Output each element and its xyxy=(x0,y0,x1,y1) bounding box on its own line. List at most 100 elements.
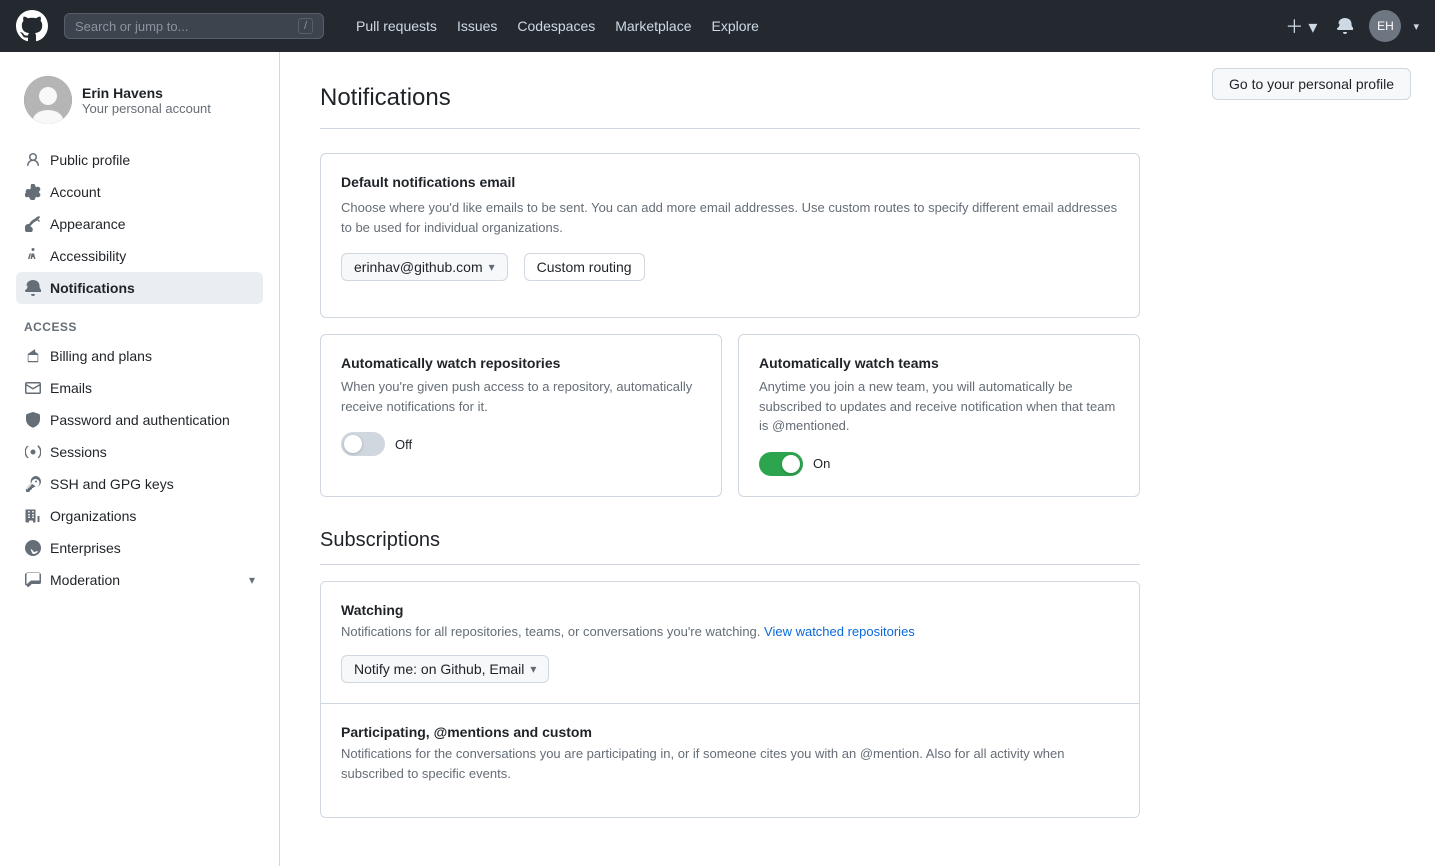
sidebar-item-enterprises[interactable]: Enterprises xyxy=(16,532,263,564)
chevron-down-icon: ▾ xyxy=(249,573,255,587)
watching-item: Watching Notifications for all repositor… xyxy=(321,582,1139,704)
mail-icon xyxy=(24,379,42,397)
sidebar-item-label: Account xyxy=(50,184,101,200)
sidebar-item-notifications[interactable]: Notifications xyxy=(16,272,263,304)
auto-watch-teams-toggle[interactable] xyxy=(759,452,803,476)
broadcast-icon xyxy=(24,443,42,461)
auto-watch-repos-toggle-row: Off xyxy=(341,432,701,456)
sidebar-user: Erin Havens Your personal account xyxy=(16,76,263,124)
nav-pull-requests[interactable]: Pull requests xyxy=(348,12,445,40)
auto-watch-repos-title: Automatically watch repositories xyxy=(341,355,701,371)
paintbrush-icon xyxy=(24,215,42,233)
custom-routing-label: Custom routing xyxy=(537,259,632,275)
toggle-knob xyxy=(344,435,362,453)
subscriptions-section-title: Subscriptions xyxy=(320,529,1140,565)
github-logo[interactable] xyxy=(16,10,48,42)
sidebar-item-label: Password and authentication xyxy=(50,412,230,428)
auto-watch-repos-toggle[interactable] xyxy=(341,432,385,456)
sidebar-item-label: Moderation xyxy=(50,572,120,588)
nav-marketplace[interactable]: Marketplace xyxy=(607,12,699,40)
email-dropdown-button[interactable]: erinhav@github.com ▾ xyxy=(341,253,508,281)
page-title: Notifications xyxy=(320,84,1140,129)
sidebar-item-public-profile[interactable]: Public profile xyxy=(16,144,263,176)
sidebar-username: Erin Havens xyxy=(82,85,211,101)
default-email-card-desc: Choose where you'd like emails to be sen… xyxy=(341,198,1119,237)
sidebar-item-label: Enterprises xyxy=(50,540,121,556)
credit-card-icon xyxy=(24,347,42,365)
view-watched-repos-link[interactable]: View watched repositories xyxy=(764,624,915,639)
watching-desc: Notifications for all repositories, team… xyxy=(341,622,1119,642)
bell-icon xyxy=(24,279,42,297)
nav-avatar-caret: ▾ xyxy=(1413,20,1419,33)
sidebar-item-label: Organizations xyxy=(50,508,136,524)
go-to-profile-button[interactable]: Go to your personal profile xyxy=(1212,68,1411,100)
sidebar-item-label: Sessions xyxy=(50,444,107,460)
shield-icon xyxy=(24,411,42,429)
notification-bell-button[interactable] xyxy=(1333,14,1357,38)
sidebar-item-ssh-keys[interactable]: SSH and GPG keys xyxy=(16,468,263,500)
org-icon xyxy=(24,507,42,525)
gear-icon xyxy=(24,183,42,201)
sidebar-item-label: Appearance xyxy=(50,216,126,232)
sidebar-item-label: SSH and GPG keys xyxy=(50,476,174,492)
plus-button[interactable]: ＋ ▾ xyxy=(1281,9,1321,43)
sidebar-item-account[interactable]: Account xyxy=(16,176,263,208)
participating-desc: Notifications for the conversations you … xyxy=(341,744,1119,783)
auto-watch-teams-title: Automatically watch teams xyxy=(759,355,1119,371)
notify-dropdown-arrow-icon: ▾ xyxy=(530,662,536,676)
auto-watch-repos-card: Automatically watch repositories When yo… xyxy=(320,334,722,497)
nav-codespaces[interactable]: Codespaces xyxy=(509,12,603,40)
auto-watch-teams-desc: Anytime you join a new team, you will au… xyxy=(759,377,1119,436)
sidebar-avatar xyxy=(24,76,72,124)
search-slash-hint: / xyxy=(298,18,313,34)
go-to-profile-label: Go to your personal profile xyxy=(1229,76,1394,92)
default-email-card-actions: erinhav@github.com ▾ Custom routing xyxy=(341,253,1119,281)
participating-title: Participating, @mentions and custom xyxy=(341,724,1119,740)
sidebar-item-label: Billing and plans xyxy=(50,348,152,364)
sidebar-item-billing[interactable]: Billing and plans xyxy=(16,340,263,372)
top-nav-links: Pull requests Issues Codespaces Marketpl… xyxy=(348,18,767,34)
sidebar-item-accessibility[interactable]: Accessibility xyxy=(16,240,263,272)
sidebar-item-password[interactable]: Password and authentication xyxy=(16,404,263,436)
page-wrapper: Erin Havens Your personal account Public… xyxy=(0,52,1435,866)
sidebar-handle: Your personal account xyxy=(82,101,211,116)
access-section-label: Access xyxy=(16,304,263,340)
sidebar-item-label: Accessibility xyxy=(50,248,126,264)
sidebar-item-label: Notifications xyxy=(50,280,135,296)
nav-explore[interactable]: Explore xyxy=(704,12,767,40)
watching-title: Watching xyxy=(341,602,1119,618)
key-icon xyxy=(24,475,42,493)
sidebar-item-emails[interactable]: Emails xyxy=(16,372,263,404)
auto-watch-teams-toggle-row: On xyxy=(759,452,1119,476)
participating-item: Participating, @mentions and custom Noti… xyxy=(321,703,1139,817)
watching-desc-text: Notifications for all repositories, team… xyxy=(341,624,764,639)
sidebar-item-appearance[interactable]: Appearance xyxy=(16,208,263,240)
auto-watch-grid: Automatically watch repositories When yo… xyxy=(320,334,1140,497)
email-dropdown-value: erinhav@github.com xyxy=(354,259,483,275)
globe-icon xyxy=(24,539,42,557)
sidebar: Erin Havens Your personal account Public… xyxy=(0,52,280,866)
search-placeholder: Search or jump to... xyxy=(75,19,188,34)
user-avatar-nav[interactable]: EH xyxy=(1369,10,1401,42)
sidebar-item-moderation[interactable]: Moderation ▾ xyxy=(16,564,263,596)
comment-icon xyxy=(24,571,42,589)
auto-watch-repos-desc: When you're given push access to a repos… xyxy=(341,377,701,416)
sidebar-item-sessions[interactable]: Sessions xyxy=(16,436,263,468)
sidebar-item-organizations[interactable]: Organizations xyxy=(16,500,263,532)
default-email-card: Default notifications email Choose where… xyxy=(320,153,1140,318)
plus-icon: ＋ ▾ xyxy=(1285,13,1317,39)
default-email-card-title: Default notifications email xyxy=(341,174,1119,190)
auto-watch-teams-toggle-label: On xyxy=(813,456,830,471)
custom-routing-button[interactable]: Custom routing xyxy=(524,253,645,281)
search-bar[interactable]: Search or jump to... / xyxy=(64,13,324,39)
notify-dropdown-button[interactable]: Notify me: on Github, Email ▾ xyxy=(341,655,549,683)
nav-issues[interactable]: Issues xyxy=(449,12,505,40)
auto-watch-repos-toggle-label: Off xyxy=(395,437,412,452)
main-content: Notifications Default notifications emai… xyxy=(280,52,1180,866)
email-dropdown-arrow-icon: ▾ xyxy=(489,260,495,274)
person-icon xyxy=(24,151,42,169)
top-nav: Search or jump to... / Pull requests Iss… xyxy=(0,0,1435,52)
auto-watch-teams-card: Automatically watch teams Anytime you jo… xyxy=(738,334,1140,497)
sidebar-item-label: Public profile xyxy=(50,152,130,168)
subscriptions-section: Watching Notifications for all repositor… xyxy=(320,581,1140,819)
